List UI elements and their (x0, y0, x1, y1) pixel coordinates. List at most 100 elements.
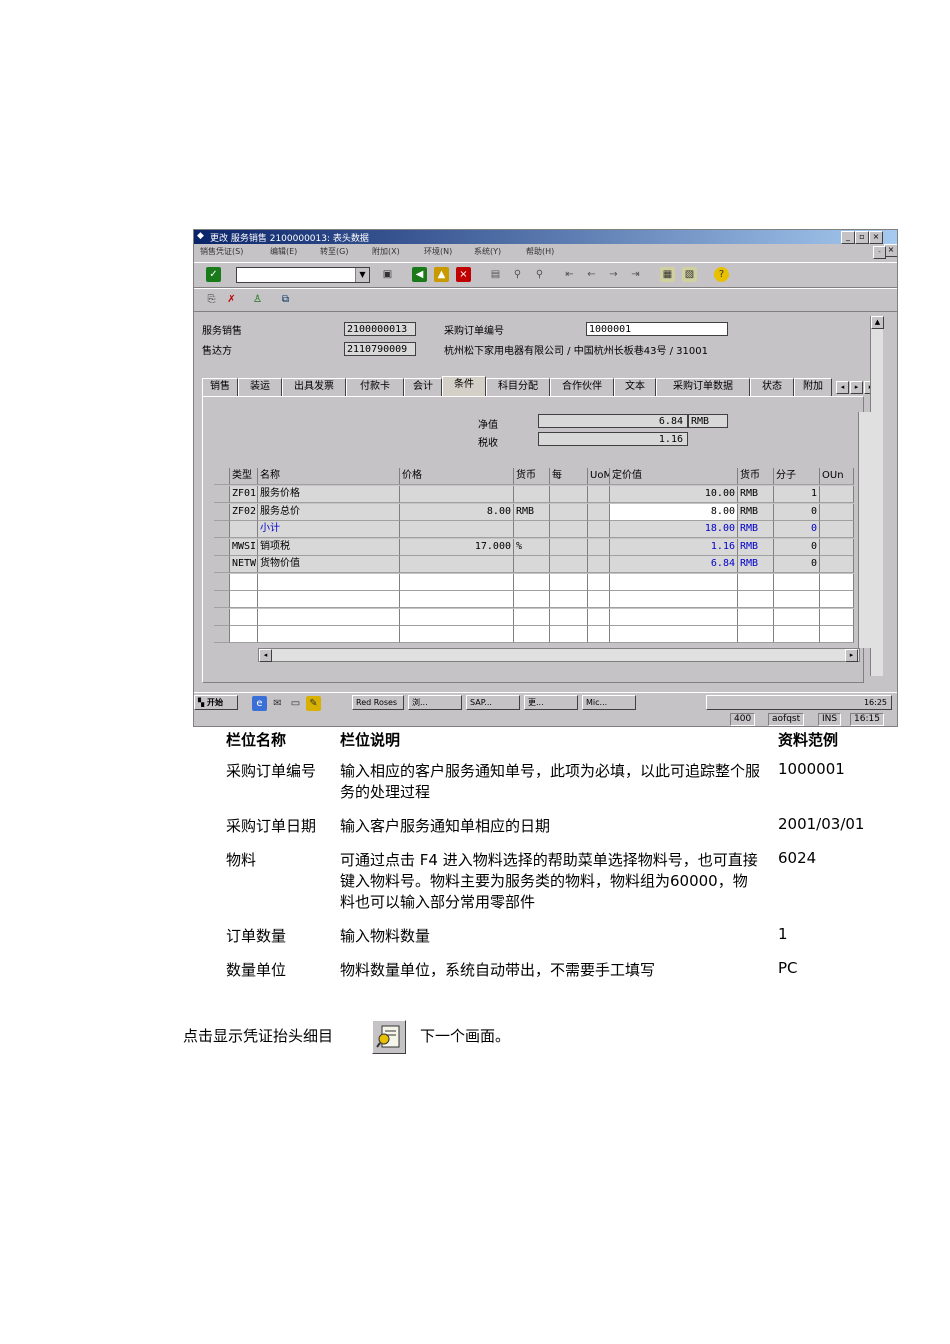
grid-cell[interactable]: 0 (774, 556, 820, 573)
ie-icon[interactable]: e (252, 696, 267, 711)
tab-billing[interactable]: 出具发票 (282, 378, 346, 396)
grid-cell[interactable] (738, 591, 774, 608)
grid-cell[interactable] (400, 608, 514, 626)
desktop-icon[interactable]: ▭ (288, 696, 303, 711)
grid-cell[interactable]: ZF01 (230, 486, 258, 503)
grid-cell[interactable] (550, 503, 588, 521)
grid-cell[interactable] (588, 538, 610, 556)
person-icon[interactable]: ♙ (250, 292, 265, 307)
tab-conditions[interactable]: 条件 (442, 376, 486, 397)
grid-cell[interactable] (230, 608, 258, 626)
menu-extras[interactable]: 附加(X) (372, 246, 400, 257)
tab-accounting[interactable]: 会计 (404, 378, 442, 396)
new-session-icon[interactable]: ▦ (660, 267, 675, 282)
check-icon[interactable]: ✓ (206, 267, 221, 282)
grid-cell[interactable]: 0 (774, 503, 820, 521)
menu-sales-doc[interactable]: 销售凭证(S) (200, 246, 243, 257)
grid-cell[interactable]: 0 (774, 521, 820, 538)
grid-cell[interactable] (588, 503, 610, 521)
grid-horizontal-scrollbar[interactable]: ◂ ▸ (258, 648, 860, 662)
find-icon[interactable]: ⚲ (510, 267, 525, 282)
row-selector[interactable] (214, 503, 230, 521)
grid-cell[interactable] (774, 591, 820, 608)
grid-cell[interactable] (774, 573, 820, 591)
grid-cell[interactable] (550, 556, 588, 573)
tab-sales[interactable]: 销售 (202, 378, 238, 396)
minimize-button[interactable]: _ (841, 231, 855, 244)
menu-minimize-button[interactable]: - (873, 246, 886, 259)
grid-cell[interactable]: 6.84 (610, 556, 738, 573)
tab-right-icon[interactable]: ▸ (850, 381, 863, 394)
scroll-up-icon[interactable]: ▲ (871, 316, 884, 329)
grid-cell[interactable] (738, 573, 774, 591)
grid-column-header[interactable]: 货币 (738, 468, 774, 485)
grid-column-header[interactable]: OUn (820, 468, 854, 485)
grid-cell[interactable] (588, 486, 610, 503)
grid-cell[interactable]: 1.16 (610, 538, 738, 556)
header-details-icon[interactable]: ⧉ (278, 292, 293, 307)
task-browser[interactable]: 浏... (408, 695, 462, 710)
grid-cell[interactable] (820, 538, 854, 556)
grid-cell[interactable]: 0 (774, 538, 820, 556)
grid-cell[interactable]: RMB (738, 503, 774, 521)
table-row[interactable]: MWSI 销项税 17.000% 1.16 RMB 0 (214, 538, 854, 556)
tab-shipping[interactable]: 装运 (238, 378, 282, 396)
row-selector[interactable] (214, 486, 230, 503)
grid-cell[interactable]: RMB (738, 538, 774, 556)
outlook-icon[interactable]: ✉ (270, 696, 285, 711)
shortcut-icon[interactable]: ▧ (682, 267, 697, 282)
table-row[interactable]: ZF01 服务价格 10.00 RMB 1 (214, 486, 854, 503)
tab-texts[interactable]: 文本 (614, 378, 656, 396)
display-doc-icon[interactable]: ⎘ (204, 292, 219, 307)
task-sap[interactable]: SAP... (466, 695, 520, 710)
menu-environment[interactable]: 环境(N) (424, 246, 452, 257)
restore-button[interactable]: ▫ (855, 231, 869, 244)
grid-cell[interactable] (258, 608, 400, 626)
save-icon[interactable]: ▣ (380, 267, 395, 282)
grid-cell[interactable] (514, 486, 550, 503)
delete-icon[interactable]: ✗ (224, 292, 239, 307)
grid-cell[interactable]: NETW (230, 556, 258, 573)
command-dropdown-icon[interactable]: ▼ (355, 268, 369, 282)
grid-cell[interactable] (550, 573, 588, 591)
grid-cell[interactable]: RMB (514, 503, 550, 521)
grid-cell[interactable] (820, 486, 854, 503)
back-icon[interactable]: ◀ (412, 267, 427, 282)
last-page-icon[interactable]: ⇥ (628, 267, 643, 282)
grid-cell[interactable] (514, 626, 550, 643)
grid-cell[interactable] (588, 591, 610, 608)
grid-column-header[interactable]: 每 (550, 468, 588, 485)
grid-cell[interactable]: 8.00 (610, 503, 738, 521)
start-button[interactable]: ▚ 开始 (194, 695, 238, 710)
grid-cell[interactable] (514, 591, 550, 608)
table-row[interactable] (214, 608, 854, 626)
grid-column-header[interactable]: UoM (588, 468, 610, 485)
row-selector[interactable] (214, 556, 230, 573)
grid-cell[interactable]: MWSI (230, 538, 258, 556)
grid-cell[interactable] (820, 556, 854, 573)
grid-cell[interactable]: 销项税 (258, 538, 400, 556)
grid-cell[interactable] (610, 573, 738, 591)
tab-payment-card[interactable]: 付款卡 (346, 378, 404, 396)
grid-cell[interactable] (738, 608, 774, 626)
grid-cell[interactable] (588, 521, 610, 538)
menu-goto[interactable]: 转至(G) (320, 246, 348, 257)
grid-cell[interactable] (230, 573, 258, 591)
grid-cell[interactable] (820, 573, 854, 591)
grid-cell[interactable]: 10.00 (610, 486, 738, 503)
task-microsoft[interactable]: Mic... (582, 695, 636, 710)
grid-column-header[interactable] (214, 468, 230, 485)
grid-cell[interactable]: RMB (738, 556, 774, 573)
cancel-icon[interactable]: × (456, 267, 471, 282)
table-row[interactable] (214, 591, 854, 608)
grid-vertical-scrollbar[interactable] (858, 412, 871, 648)
row-selector[interactable] (214, 573, 230, 591)
grid-cell[interactable]: ZF02 (230, 503, 258, 521)
grid-cell[interactable]: 服务总价 (258, 503, 400, 521)
grid-cell[interactable]: 货物价值 (258, 556, 400, 573)
grid-cell[interactable]: RMB (738, 521, 774, 538)
table-row[interactable]: 小计 18.00 RMB 0 (214, 521, 854, 538)
tab-po-data[interactable]: 采购订单数据 (656, 378, 750, 396)
grid-cell[interactable] (820, 521, 854, 538)
grid-cell[interactable] (400, 591, 514, 608)
